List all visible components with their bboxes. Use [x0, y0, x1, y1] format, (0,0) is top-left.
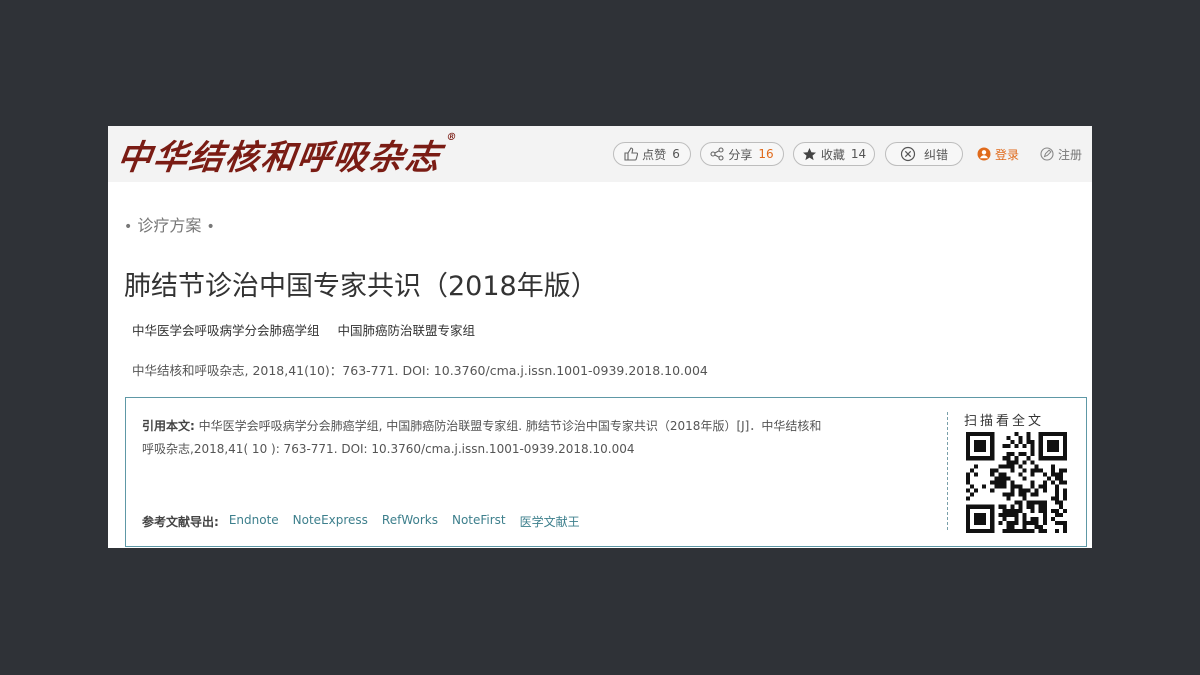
- qr-code[interactable]: [966, 432, 1067, 533]
- register-label: 注册: [1058, 147, 1083, 162]
- journal-logo[interactable]: 中华结核和呼吸杂志 ®: [114, 128, 459, 180]
- register-link[interactable]: 注册: [1040, 142, 1082, 166]
- like-button[interactable]: 点赞 6: [613, 142, 691, 166]
- top-bar: 中华结核和呼吸杂志 ® 点赞 6 分享 16 收藏 14 纠错 登录 注册: [108, 126, 1092, 182]
- share-icon: [710, 147, 724, 161]
- registered-mark: ®: [445, 132, 460, 143]
- export-label: 参考文献导出:: [142, 515, 219, 529]
- dashed-divider: [947, 412, 948, 530]
- scan-label: 扫描看全文: [964, 414, 1045, 429]
- user-icon: [977, 147, 991, 161]
- thumbs-up-icon: [624, 147, 639, 161]
- citation-line-1: 中华医学会呼吸病学分会肺癌学组, 中国肺癌防治联盟专家组. 肺结节诊治中国专家共…: [198, 419, 822, 433]
- export-noteexpress-link[interactable]: NoteExpress: [293, 513, 368, 530]
- journal-info: 中华结核和呼吸杂志, 2018,41(10)：763-771. DOI: 10.…: [132, 363, 708, 378]
- article-page: 中华结核和呼吸杂志 ® 点赞 6 分享 16 收藏 14 纠错 登录 注册 • …: [108, 126, 1092, 548]
- author-list: 中华医学会呼吸病学分会肺癌学组 中国肺癌防治联盟专家组: [132, 320, 489, 339]
- correction-icon: [900, 146, 916, 162]
- star-icon: [802, 147, 816, 160]
- section-dot-left: •: [124, 219, 133, 235]
- citation-box: 引用本文: 中华医学会呼吸病学分会肺癌学组, 中国肺癌防治联盟专家组. 肺结节诊…: [125, 397, 1087, 547]
- reference-export: 参考文献导出: Endnote NoteExpress RefWorks Not…: [142, 513, 580, 530]
- collect-label: 收藏: [820, 147, 845, 162]
- logo-text: 中华结核和呼吸杂志: [114, 137, 445, 178]
- section-dot-right: •: [206, 219, 215, 235]
- like-count: 6: [672, 147, 680, 161]
- section-label: • 诊疗方案 •: [124, 212, 215, 236]
- author-group[interactable]: 中华医学会呼吸病学分会肺癌学组: [132, 323, 320, 338]
- edit-icon: [1040, 147, 1054, 161]
- export-notefirst-link[interactable]: NoteFirst: [452, 513, 506, 530]
- citation-label: 引用本文:: [142, 419, 195, 433]
- correction-button[interactable]: 纠错: [885, 142, 963, 166]
- citation-text: 引用本文: 中华医学会呼吸病学分会肺癌学组, 中国肺癌防治联盟专家组. 肺结节诊…: [142, 415, 882, 461]
- correction-label: 纠错: [923, 147, 948, 162]
- collect-button[interactable]: 收藏 14: [793, 142, 875, 166]
- share-label: 分享: [728, 147, 753, 162]
- export-endnote-link[interactable]: Endnote: [229, 513, 279, 530]
- login-label: 登录: [995, 147, 1020, 162]
- share-button[interactable]: 分享 16: [700, 142, 784, 166]
- share-count: 16: [758, 147, 774, 161]
- export-yixuewenxianwang-link[interactable]: 医学文献王: [520, 513, 580, 530]
- author-group[interactable]: 中国肺癌防治联盟专家组: [338, 323, 476, 338]
- section-text: 诊疗方案: [137, 216, 202, 235]
- citation-line-2: 呼吸杂志,2018,41( 10 ): 763-771. DOI: 10.376…: [142, 442, 635, 456]
- like-label: 点赞: [642, 147, 667, 162]
- login-link[interactable]: 登录: [977, 142, 1019, 166]
- export-refworks-link[interactable]: RefWorks: [382, 513, 438, 530]
- collect-count: 14: [850, 147, 867, 161]
- article-title: 肺结节诊治中国专家共识（2018年版）: [124, 271, 598, 302]
